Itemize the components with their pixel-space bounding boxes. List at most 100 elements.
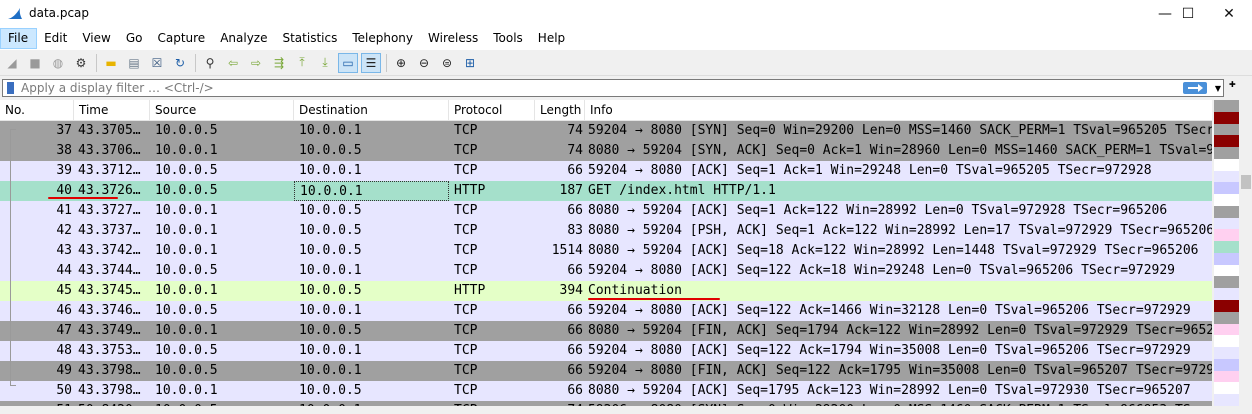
packet-length: 66 (567, 323, 583, 338)
packet-info: 8080 → 59204 [SYN, ACK] Seq=0 Ack=1 Win=… (588, 143, 1212, 158)
menu-statistics[interactable]: Statistics (275, 28, 345, 50)
vertical-scrollbar[interactable] (1240, 100, 1252, 406)
go-last-packet-icon[interactable]: ⤓ (315, 53, 335, 73)
open-file-icon[interactable]: ▬ (101, 53, 121, 73)
packet-time: 43.3746… (78, 303, 141, 318)
packet-number: 44 (56, 263, 72, 278)
menu-wireless[interactable]: Wireless (421, 28, 486, 50)
packet-time: 43.3745… (78, 283, 141, 298)
packet-destination: 10.0.0.1 (299, 123, 362, 138)
menu-edit[interactable]: Edit (37, 28, 75, 50)
column-header-time[interactable]: Time (74, 100, 150, 120)
go-back-icon[interactable]: ⇦ (223, 53, 243, 73)
packet-destination: 10.0.0.1 (299, 303, 362, 318)
packet-source: 10.0.0.1 (155, 383, 218, 398)
table-row[interactable]: 42 43.3737… 10.0.0.1 10.0.0.5 TCP 83 8080 → 59… (0, 221, 1212, 241)
packet-protocol: TCP (454, 323, 478, 338)
go-forward-icon[interactable]: ⇨ (246, 53, 266, 73)
menu-go[interactable]: Go (119, 28, 151, 50)
stop-capture-icon[interactable]: ■ (25, 53, 45, 73)
filter-bookmark-icon[interactable] (7, 82, 14, 94)
table-row[interactable]: 38 43.3706… 10.0.0.1 10.0.0.5 TCP 74 8080 → 59… (0, 141, 1212, 161)
reload-file-icon[interactable]: ↻ (170, 53, 190, 73)
packet-protocol: TCP (454, 383, 478, 398)
close-file-icon[interactable]: ☒ (147, 53, 167, 73)
minimap-band (1214, 158, 1239, 171)
packet-destination: 10.0.0.1 (299, 343, 362, 358)
horizontal-scrollbar[interactable] (0, 406, 1212, 414)
display-filter-input[interactable] (21, 80, 1161, 96)
packet-source: 10.0.0.1 (155, 203, 218, 218)
table-row[interactable]: 50 43.3798… 10.0.0.1 10.0.0.5 TCP 66 8080 → 59… (0, 381, 1212, 401)
minimap-band (1214, 135, 1239, 148)
window-title: data.pcap (29, 6, 90, 20)
minimap-band (1214, 370, 1239, 383)
packet-length: 66 (567, 163, 583, 178)
resize-columns-icon[interactable]: ⊞ (460, 53, 480, 73)
packet-destination: 10.0.0.5 (299, 143, 362, 158)
menu-telephony[interactable]: Telephony (345, 28, 421, 50)
packet-time: 43.3706… (78, 143, 141, 158)
column-header-length[interactable]: Length (535, 100, 585, 120)
table-row[interactable]: 37 43.3705… 10.0.0.5 10.0.0.1 TCP 74 59204 → 8… (0, 121, 1212, 141)
column-header-protocol[interactable]: Protocol (449, 100, 535, 120)
packet-info: 8080 → 59204 [FIN, ACK] Seq=1794 Ack=122… (588, 323, 1212, 338)
packet-minimap[interactable] (1214, 100, 1239, 406)
find-packet-icon[interactable]: ⚲ (200, 53, 220, 73)
zoom-out-icon[interactable]: ⊖ (414, 53, 434, 73)
table-row[interactable]: 44 43.3744… 10.0.0.5 10.0.0.1 TCP 66 59204 → 8… (0, 261, 1212, 281)
packet-source: 10.0.0.5 (155, 163, 218, 178)
capture-options-icon[interactable]: ⚙ (71, 53, 91, 73)
packet-time: 43.3753… (78, 343, 141, 358)
title-bar: data.pcap — ☐ ✕ (0, 0, 1252, 28)
minimap-band (1214, 229, 1239, 242)
table-row[interactable]: 39 43.3712… 10.0.0.5 10.0.0.1 TCP 66 59204 → 8… (0, 161, 1212, 181)
menu-help[interactable]: Help (531, 28, 573, 50)
table-row-selected[interactable]: 40 43.3726… 10.0.0.5 10.0.0.1 HTTP 187 GET /in… (0, 181, 1212, 201)
packet-protocol: TCP (454, 243, 478, 258)
table-row[interactable]: 47 43.3749… 10.0.0.1 10.0.0.5 TCP 66 8080 → 59… (0, 321, 1212, 341)
colorize-icon[interactable]: ☰ (361, 52, 381, 73)
autoscroll-icon[interactable]: ▭ (338, 52, 358, 73)
packet-length: 394 (559, 283, 583, 298)
packet-number: 49 (56, 363, 72, 378)
column-header-no[interactable]: No. (0, 100, 74, 120)
menu-tools[interactable]: Tools (486, 28, 531, 50)
maximize-button[interactable]: ☐ (1165, 0, 1211, 28)
table-row[interactable]: 43 43.3742… 10.0.0.1 10.0.0.5 TCP 1514 8080 → … (0, 241, 1212, 261)
table-row[interactable]: 49 43.3798… 10.0.0.5 10.0.0.1 TCP 66 59204 → 8… (0, 361, 1212, 381)
close-button[interactable]: ✕ (1206, 0, 1252, 28)
vertical-scrollbar-thumb[interactable] (1241, 175, 1251, 189)
menu-capture[interactable]: Capture (150, 28, 213, 50)
conversation-bracket-top (10, 129, 16, 130)
packet-length: 187 (559, 183, 583, 198)
table-row[interactable]: 48 43.3753… 10.0.0.5 10.0.0.1 TCP 66 59204 → 8… (0, 341, 1212, 361)
column-header-source[interactable]: Source (150, 100, 294, 120)
menu-file[interactable]: File (0, 28, 38, 49)
filter-history-dropdown-icon[interactable]: ▼ (1213, 80, 1223, 96)
column-header-info[interactable]: Info (585, 100, 1212, 120)
restart-capture-icon[interactable]: ◍ (48, 53, 68, 73)
packet-length: 66 (567, 363, 583, 378)
go-to-packet-icon[interactable]: ⇶ (269, 53, 289, 73)
column-header-destination[interactable]: Destination (294, 100, 449, 120)
menu-view[interactable]: View (75, 28, 118, 50)
apply-filter-button[interactable] (1183, 82, 1207, 94)
packet-source: 10.0.0.1 (155, 243, 218, 258)
packet-number: 50 (56, 383, 72, 398)
add-filter-button-icon[interactable]: ✚ (1229, 80, 1236, 89)
minimap-band (1214, 288, 1239, 301)
zoom-in-icon[interactable]: ⊕ (391, 53, 411, 73)
menu-analyze[interactable]: Analyze (213, 28, 275, 50)
minimap-band (1214, 194, 1239, 206)
save-file-icon[interactable]: ▤ (124, 53, 144, 73)
start-capture-icon[interactable]: ◢ (2, 53, 22, 73)
packet-destination: 10.0.0.1 (299, 163, 362, 178)
zoom-normal-icon[interactable]: ⊜ (437, 53, 457, 73)
table-row[interactable]: 46 43.3746… 10.0.0.5 10.0.0.1 TCP 66 59204 → 8… (0, 301, 1212, 321)
table-row[interactable]: 41 43.3727… 10.0.0.1 10.0.0.5 TCP 66 8080 → 59… (0, 201, 1212, 221)
packet-time: 43.3744… (78, 263, 141, 278)
packet-info: GET /index.html HTTP/1.1 (588, 183, 776, 198)
packet-destination: 10.0.0.1 (299, 263, 362, 278)
go-first-packet-icon[interactable]: ⤒ (292, 53, 312, 73)
